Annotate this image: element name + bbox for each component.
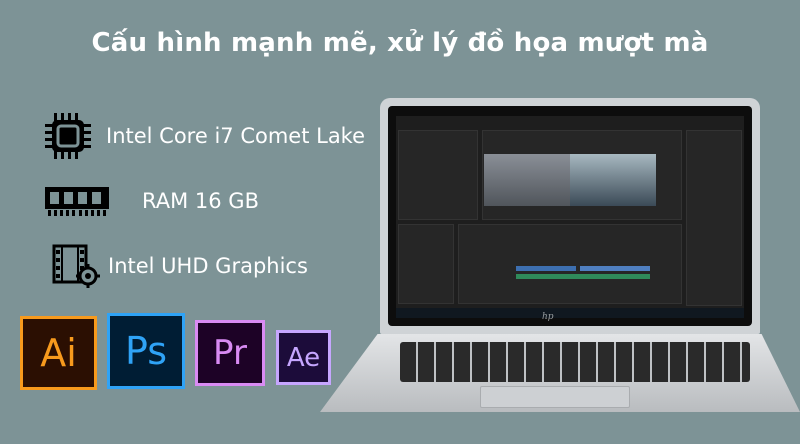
cpu-chip-icon <box>45 113 91 159</box>
taskbar <box>396 308 744 318</box>
editor-project-panel <box>398 224 454 304</box>
laptop-image: hp <box>320 98 800 444</box>
laptop-touchpad <box>480 386 630 408</box>
spec-ram: RAM 16 GB <box>44 183 259 219</box>
editor-timeline-panel <box>458 224 682 304</box>
timeline-clip <box>580 266 650 271</box>
spec-cpu: Intel Core i7 Comet Lake <box>44 112 365 160</box>
editor-source-panel <box>398 130 478 220</box>
ram-module-icon <box>45 187 109 216</box>
laptop-keyboard <box>400 342 750 382</box>
graphics-film-gear-icon <box>52 244 100 288</box>
spec-ram-label: RAM 16 GB <box>142 189 259 213</box>
spec-graphics: Intel UHD Graphics <box>44 244 308 288</box>
laptop-screen <box>396 116 744 318</box>
laptop-lid <box>380 98 760 334</box>
headline: Cấu hình mạnh mẽ, xử lý đồ họa mượt mà <box>91 28 709 58</box>
video-frame-right <box>570 154 656 206</box>
adobe-premiere-icon: Pr <box>195 320 265 386</box>
spec-graphics-label: Intel UHD Graphics <box>108 254 308 278</box>
timeline-clip <box>516 266 576 271</box>
adobe-illustrator-icon: Ai <box>20 316 97 390</box>
timeline-audio-clip <box>516 274 650 279</box>
editor-effects-panel <box>686 130 742 306</box>
hp-logo: hp <box>542 312 554 322</box>
laptop-bezel <box>388 106 752 326</box>
video-frame-left <box>484 154 570 206</box>
adobe-photoshop-icon: Ps <box>107 313 185 389</box>
